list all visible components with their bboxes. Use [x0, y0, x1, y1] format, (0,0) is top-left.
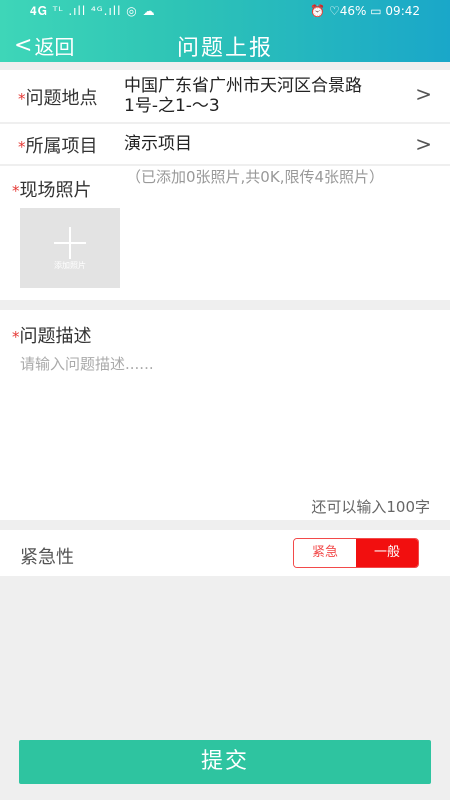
- chevron-right-icon: >: [415, 82, 432, 106]
- project-value: 演示项目: [124, 134, 192, 154]
- description-label-text: 问题描述: [19, 326, 92, 347]
- project-label-text: 所属项目: [25, 136, 98, 157]
- urgency-toggle: 紧急 一般: [293, 538, 419, 568]
- photos-label-text: 现场照片: [19, 180, 92, 201]
- required-mark: *: [18, 90, 26, 108]
- char-counter: 还可以输入100字: [311, 498, 430, 516]
- location-label-text: 问题地点: [25, 88, 98, 109]
- add-photo-label: 添加照片: [54, 261, 86, 270]
- required-mark: *: [18, 138, 26, 156]
- urgency-label: 紧急性: [20, 547, 74, 568]
- location-value-line2: 1号-之1-～3: [124, 96, 220, 116]
- add-photo-button[interactable]: 添加照片: [20, 208, 120, 288]
- urgency-option-normal[interactable]: 一般: [356, 539, 418, 567]
- location-label: *问题地点: [18, 84, 98, 110]
- project-row[interactable]: *所属项目 演示项目 >: [0, 124, 450, 164]
- description-section: *问题描述: [0, 310, 450, 520]
- status-bar-right: ⏰ ♡46% ▭ 09:42: [310, 4, 420, 18]
- description-label: *问题描述: [12, 322, 92, 348]
- description-input[interactable]: 请输入问题描述......: [20, 353, 154, 374]
- chevron-right-icon: >: [415, 132, 432, 156]
- status-bar-left: 𝟒𝐆 ᵀᴸ .ıll ⁴ᴳ.ıll ◎ ☁: [30, 4, 156, 18]
- submit-button[interactable]: 提交: [19, 740, 431, 784]
- location-value-line1: 中国广东省广州市天河区合景路: [124, 76, 362, 96]
- project-label: *所属项目: [18, 132, 98, 158]
- required-mark: *: [12, 328, 20, 346]
- photos-label: *现场照片: [12, 176, 92, 202]
- app-header: 𝟒𝐆 ᵀᴸ .ıll ⁴ᴳ.ıll ◎ ☁ ⏰ ♡46% ▭ 09:42 < 返…: [0, 0, 450, 62]
- status-bar: 𝟒𝐆 ᵀᴸ .ıll ⁴ᴳ.ıll ◎ ☁ ⏰ ♡46% ▭ 09:42: [0, 0, 450, 24]
- required-mark: *: [12, 182, 20, 200]
- location-row[interactable]: *问题地点 中国广东省广州市天河区合景路 1号-之1-～3 >: [0, 70, 450, 122]
- urgency-option-urgent[interactable]: 紧急: [294, 539, 356, 567]
- plus-icon-vertical: [69, 227, 71, 259]
- photos-hint: （已添加0张照片,共0K,限传4张照片）: [126, 168, 385, 186]
- page-title: 问题上报: [176, 36, 273, 61]
